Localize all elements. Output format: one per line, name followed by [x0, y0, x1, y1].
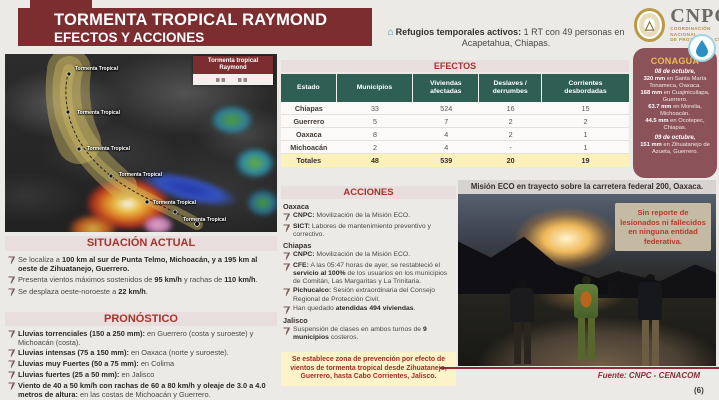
- header-accent-tab: [30, 0, 92, 8]
- source-credit: Fuente: CNPC - CENACOM: [460, 371, 700, 380]
- column-header: Municipios: [337, 74, 414, 102]
- conagua-entry: 44.5 mm en Ocotepec, Chiapas.: [637, 118, 713, 132]
- refugios-note: ⌂Refugios temporales activos: 1 RT con 4…: [378, 27, 634, 49]
- efectos-header: EFECTOS: [281, 60, 629, 72]
- table-row: Oaxaca 8 4 2 1: [281, 128, 629, 141]
- list-item: Lluvias fuertes (25 a 50 mm): en Jalisco: [8, 370, 276, 380]
- person-silhouette: [510, 280, 534, 364]
- list-item: Pichucalco: Sesión extraordinaria del Co…: [283, 287, 456, 304]
- slide: TORMENTA TROPICAL RAYMOND EFECTOS Y ACCI…: [0, 0, 719, 400]
- title-banner: TORMENTA TROPICAL RAYMOND EFECTOS Y ACCI…: [18, 8, 372, 46]
- list-item: Se desplaza oeste-noroeste a 22 km/h.: [8, 287, 274, 297]
- photo-caption: Misión ECO en trayecto sobre la carreter…: [458, 180, 716, 194]
- water-drop-icon: [688, 34, 716, 62]
- map-legend-title-line1: Tormenta tropical: [194, 58, 272, 65]
- column-header: Deslaves / derrumbes: [479, 74, 542, 102]
- person-silhouette: [638, 274, 662, 366]
- tornado-bullet-icon: [283, 224, 290, 233]
- table-row: Michoacán 2 4 - 1: [281, 141, 629, 154]
- tornado-bullet-icon: [283, 327, 290, 336]
- state-heading: Chiapas: [283, 241, 456, 250]
- tornado-bullet-icon: [8, 288, 15, 297]
- tornado-bullet-icon: [8, 349, 15, 358]
- track-label: Tormenta Tropical: [75, 66, 118, 72]
- list-item: Se localiza a 100 km al sur de Punta Tel…: [8, 255, 274, 273]
- map-legend: Tormenta tropical Raymond: [193, 56, 273, 85]
- column-header: Estado: [281, 74, 337, 102]
- track-label: Tormenta Tropical: [153, 200, 196, 206]
- conagua-panel: CONAGUA 08 de octubre, 320 mm en Santa M…: [633, 48, 717, 178]
- list-item: Lluvias torrenciales (150 a 250 mm): en …: [8, 329, 276, 347]
- track-label: Tormenta Tropical: [119, 172, 162, 178]
- list-item: Presenta vientos máximos sostenidos de 9…: [8, 275, 274, 285]
- tornado-bullet-icon: [283, 213, 290, 222]
- cnpc-acronym: CNPC: [670, 7, 719, 26]
- track-label: Tormenta Tropical: [183, 217, 226, 223]
- acciones-header: ACCIONES: [281, 186, 456, 199]
- acciones-list: Oaxaca CNPC: Movilización de la Misión E…: [283, 202, 456, 343]
- person-silhouette: [574, 276, 598, 360]
- map-legend-title-line2: Raymond: [194, 65, 272, 72]
- conagua-date: 09 de octubre,: [637, 135, 713, 142]
- conagua-entry: 63.7 mm en Morelia, Michoacán.: [637, 104, 713, 118]
- tornado-bullet-icon: [8, 360, 15, 369]
- prevention-notice: Se establece zona de prevención por efec…: [281, 352, 456, 386]
- tornado-bullet-icon: [283, 252, 290, 261]
- track-label: Tormenta Tropical: [87, 146, 130, 152]
- table-row: Chiapas 33 524 16 15: [281, 102, 629, 115]
- list-item: CFE: A las 05:47 horas de ayer, se resta…: [283, 262, 456, 287]
- conagua-date: 08 de octubre,: [637, 69, 713, 76]
- list-item: Suspensión de clases en ambos turnos de …: [283, 326, 456, 343]
- list-item: CNPC: Movilización de la Misión ECO.: [283, 251, 456, 261]
- footer-divider: [440, 367, 719, 369]
- table-header-row: Estado Municipios Viviendas afectadas De…: [281, 74, 629, 102]
- tornado-bullet-icon: [8, 382, 15, 391]
- refugios-text: Refugios temporales activos: 1 RT con 49…: [396, 27, 625, 48]
- legend-marker-icon: [238, 78, 250, 82]
- column-header: Viviendas afectadas: [413, 74, 479, 102]
- list-item: Lluvias intensas (75 a 150 mm): en Oaxac…: [8, 348, 276, 358]
- page-subtitle: EFECTOS Y ACCIONES: [54, 30, 372, 45]
- efectos-table: Estado Municipios Viviendas afectadas De…: [281, 74, 629, 167]
- list-item: Viento de 40 a 50 km/h con rachas de 60 …: [8, 381, 276, 399]
- tornado-bullet-icon: [283, 288, 290, 297]
- situacion-list: Se localiza a 100 km al sur de Punta Tel…: [8, 255, 274, 297]
- state-heading: Jalisco: [283, 316, 456, 325]
- list-item: Han quedado atendidas 494 viviendas.: [283, 305, 456, 315]
- tornado-bullet-icon: [283, 263, 290, 272]
- list-item: SICT: Labores de mantenimiento preventiv…: [283, 223, 456, 240]
- pronostico-list: Lluvias torrenciales (150 a 250 mm): en …: [8, 329, 276, 399]
- storm-track-map: Tormenta Tropical Tormenta Tropical Torm…: [5, 54, 277, 232]
- column-header: Corrientes desbordadas: [542, 74, 629, 102]
- list-item: Lluvias muy Fuertes (50 a 75 mm): en Col…: [8, 359, 276, 369]
- conagua-entry: 320 mm en Santa María Tonameca, Oaxaca.: [637, 76, 713, 90]
- shelter-icon: ⌂: [388, 27, 394, 38]
- tornado-bullet-icon: [8, 371, 15, 380]
- tornado-bullet-icon: [8, 276, 15, 285]
- track-label: Tormenta Tropical: [77, 110, 120, 116]
- table-row: Guerrero 5 7 2 2: [281, 115, 629, 128]
- state-heading: Oaxaca: [283, 202, 456, 211]
- legend-marker-icon: [216, 78, 228, 82]
- tornado-bullet-icon: [8, 330, 15, 339]
- list-item: CNPC: Movilización de la Misión ECO.: [283, 212, 456, 222]
- table-totals-row: Totales 48 539 20 19: [281, 154, 629, 167]
- page-title: TORMENTA TROPICAL RAYMOND: [54, 11, 372, 30]
- mission-eco-photo: Sin reporte de lesionados ni fallecidos …: [458, 194, 716, 366]
- no-casualties-notice: Sin reporte de lesionados ni fallecidos …: [615, 203, 711, 251]
- pronostico-header: PRONÓSTICO: [5, 312, 277, 326]
- conagua-entry: 151 mm en Zihuatanejo de Azueta, Guerrer…: [637, 142, 713, 156]
- situacion-header: SITUACIÓN ACTUAL: [5, 236, 277, 251]
- tornado-bullet-icon: [8, 256, 15, 265]
- cnpc-emblem-icon: △: [634, 8, 665, 42]
- page-number: (6): [694, 386, 704, 395]
- tornado-bullet-icon: [283, 306, 290, 315]
- conagua-entry: 168 mm en Cuajinicuilapa, Guerrero.: [637, 90, 713, 104]
